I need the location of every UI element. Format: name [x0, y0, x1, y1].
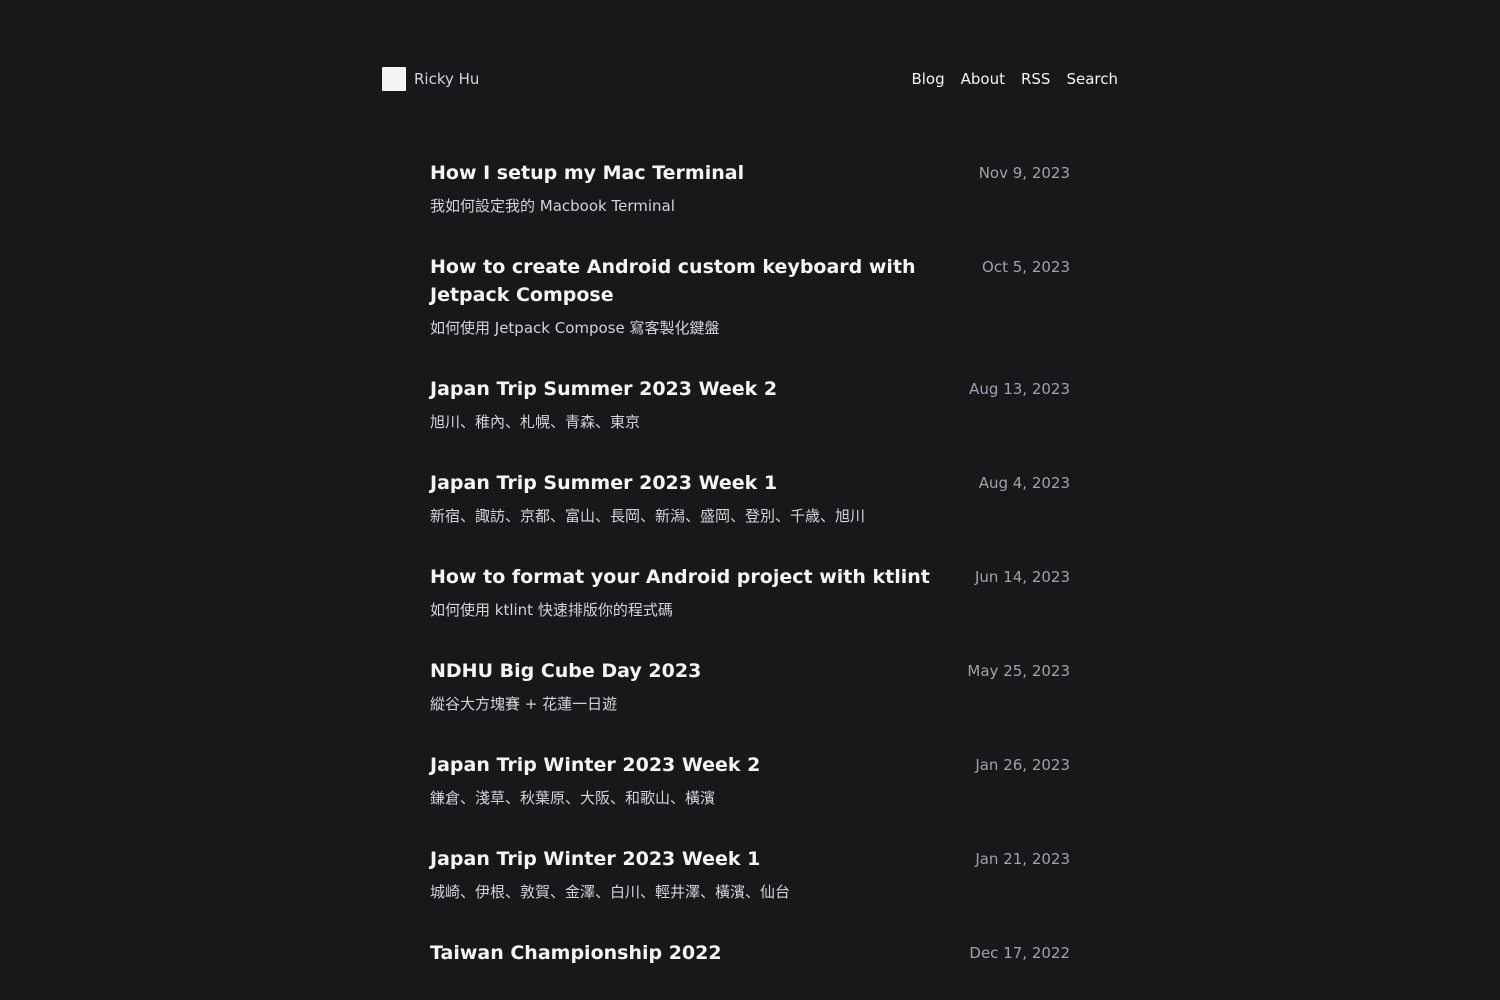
post-description: 城崎、伊根、敦賀、金澤、白川、輕井澤、橫濱、仙台: [430, 883, 791, 901]
post-body: Japan Trip Summer 2023 Week 2 旭川、稚內、札幌、青…: [430, 375, 930, 433]
post-title[interactable]: Taiwan Championship 2022: [430, 939, 930, 967]
nav-rss-link[interactable]: RSS: [1021, 70, 1050, 88]
post-date: Aug 4, 2023: [978, 474, 1070, 492]
site-brand-link[interactable]: Ricky Hu: [382, 67, 479, 91]
post-item[interactable]: NDHU Big Cube Day 2023 縱谷大方塊賽 + 花蓮一日遊 Ma…: [430, 657, 1070, 715]
post-title[interactable]: How to create Android custom keyboard wi…: [430, 253, 930, 309]
post-date: Oct 5, 2023: [982, 258, 1070, 276]
nav-search-link[interactable]: Search: [1066, 70, 1118, 88]
post-title[interactable]: How to format your Android project with …: [430, 563, 930, 591]
post-description: 縱谷大方塊賽 + 花蓮一日遊: [430, 695, 618, 713]
post-title[interactable]: Japan Trip Winter 2023 Week 1: [430, 845, 930, 873]
post-item[interactable]: Japan Trip Summer 2023 Week 2 旭川、稚內、札幌、青…: [430, 375, 1070, 433]
post-title[interactable]: Japan Trip Summer 2023 Week 1: [430, 469, 930, 497]
post-list: How I setup my Mac Terminal 我如何設定我的 Macb…: [430, 159, 1070, 1000]
post-item[interactable]: How to create Android custom keyboard wi…: [430, 253, 1070, 339]
post-title[interactable]: NDHU Big Cube Day 2023: [430, 657, 930, 685]
post-body: Japan Trip Winter 2023 Week 2 鎌倉、淺草、秋葉原、…: [430, 751, 930, 809]
post-description: 鎌倉、淺草、秋葉原、大阪、和歌山、橫濱: [430, 789, 716, 807]
post-item[interactable]: Taiwan Championship 2022 Dec 17, 2022: [430, 939, 1070, 975]
post-body: Taiwan Championship 2022: [430, 939, 930, 975]
post-body: Japan Trip Summer 2023 Week 1 新宿、諏訪、京都、富…: [430, 469, 930, 527]
nav-blog-link[interactable]: Blog: [911, 70, 944, 88]
post-description: 新宿、諏訪、京都、富山、長岡、新潟、盛岡、登別、千歳、旭川: [430, 507, 866, 525]
post-body: How I setup my Mac Terminal 我如何設定我的 Macb…: [430, 159, 930, 217]
post-item[interactable]: Japan Trip Summer 2023 Week 1 新宿、諏訪、京都、富…: [430, 469, 1070, 527]
post-body: NDHU Big Cube Day 2023 縱谷大方塊賽 + 花蓮一日遊: [430, 657, 930, 715]
post-description: 我如何設定我的 Macbook Terminal: [430, 197, 675, 215]
post-date: Jun 14, 2023: [974, 568, 1070, 586]
main-nav: Blog About RSS Search: [911, 70, 1118, 88]
post-date: Nov 9, 2023: [978, 164, 1070, 182]
post-description: 如何使用 Jetpack Compose 寫客製化鍵盤: [430, 319, 720, 337]
post-item[interactable]: Japan Trip Winter 2023 Week 2 鎌倉、淺草、秋葉原、…: [430, 751, 1070, 809]
post-body: How to format your Android project with …: [430, 563, 930, 621]
post-title[interactable]: Japan Trip Summer 2023 Week 2: [430, 375, 930, 403]
post-item[interactable]: Japan Trip Winter 2023 Week 1 城崎、伊根、敦賀、金…: [430, 845, 1070, 903]
post-date: Jan 21, 2023: [975, 850, 1070, 868]
post-date: May 25, 2023: [967, 662, 1070, 680]
page: Ricky Hu Blog About RSS Search How I set…: [0, 0, 1500, 1000]
post-title[interactable]: Japan Trip Winter 2023 Week 2: [430, 751, 930, 779]
site-header: Ricky Hu Blog About RSS Search: [382, 66, 1118, 92]
post-description: 旭川、稚內、札幌、青森、東京: [430, 413, 641, 431]
site-logo: [382, 67, 406, 91]
site-name: Ricky Hu: [414, 70, 480, 88]
post-item[interactable]: How to format your Android project with …: [430, 563, 1070, 621]
post-date: Aug 13, 2023: [969, 380, 1070, 398]
nav-about-link[interactable]: About: [961, 70, 1005, 88]
post-date: Jan 26, 2023: [975, 756, 1070, 774]
post-item[interactable]: How I setup my Mac Terminal 我如何設定我的 Macb…: [430, 159, 1070, 217]
post-body: Japan Trip Winter 2023 Week 1 城崎、伊根、敦賀、金…: [430, 845, 930, 903]
post-date: Dec 17, 2022: [969, 944, 1070, 962]
post-body: How to create Android custom keyboard wi…: [430, 253, 930, 339]
post-title[interactable]: How I setup my Mac Terminal: [430, 159, 930, 187]
post-description: 如何使用 ktlint 快速排版你的程式碼: [430, 601, 673, 619]
